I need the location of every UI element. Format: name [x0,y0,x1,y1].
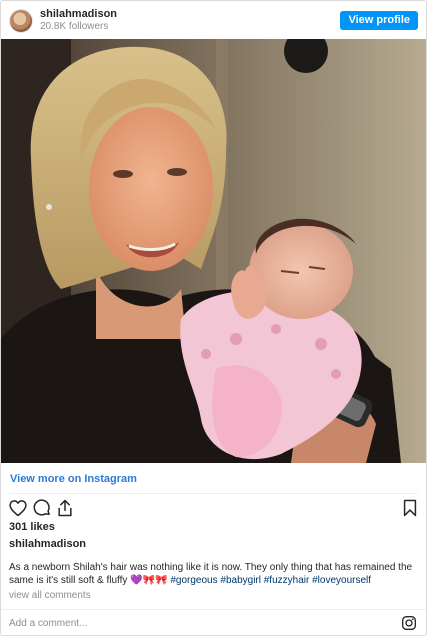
header-username[interactable]: shilahmadison [40,8,117,20]
divider [9,493,418,494]
comment-input[interactable] [9,615,369,631]
avatar[interactable] [9,9,33,33]
view-all-comments-link[interactable]: view all comments [9,590,91,601]
post-photo-illustration [1,39,426,463]
post-caption: As a newborn Shilah's hair was nothing l… [9,561,414,587]
post-header: shilahmadison 20.8K followers View profi… [1,1,426,39]
like-count[interactable]: 301 likes [9,521,55,533]
share-icon[interactable] [55,498,75,518]
follower-count: 20.8K followers [40,21,109,32]
instagram-embed-card: shilahmadison 20.8K followers View profi… [0,0,427,636]
post-photo[interactable] [1,39,426,463]
instagram-icon[interactable] [401,615,417,631]
bookmark-icon[interactable] [400,498,420,518]
view-profile-button[interactable]: View profile [340,11,418,30]
heart-outline-icon[interactable] [8,498,28,518]
caption-hashtags[interactable]: #gorgeous #babygirl #fuzzyhair #loveyour… [170,575,371,586]
comment-bubble-icon[interactable] [32,498,52,518]
post-author[interactable]: shilahmadison [9,538,86,550]
comment-bar [1,609,426,635]
view-more-on-instagram-link[interactable]: View more on Instagram [10,473,137,485]
